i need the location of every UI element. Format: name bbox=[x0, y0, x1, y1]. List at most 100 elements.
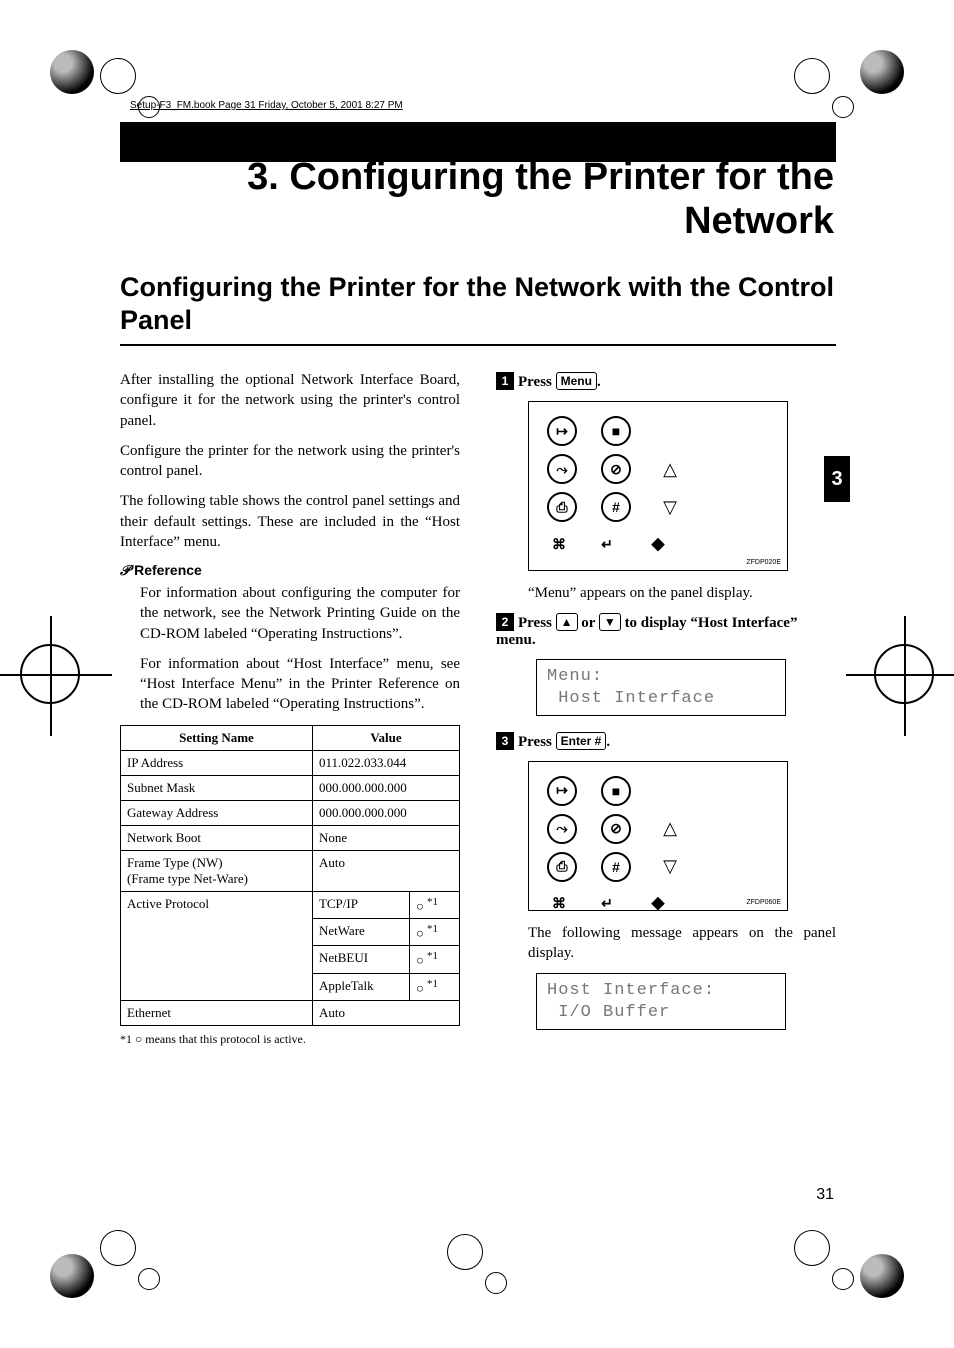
reg-cluster-bl bbox=[100, 1230, 160, 1290]
registration-mark-right bbox=[874, 644, 934, 704]
enter-diamond-icon-2: ⬥ bbox=[643, 889, 673, 919]
settings-col-value: Value bbox=[312, 725, 459, 750]
step-2-heading: 2Press ▲ or ▼ to display “Host Interface… bbox=[496, 613, 836, 649]
pdf-header-path: Setup-F3_FM.book Page 31 Friday, October… bbox=[130, 100, 403, 111]
table-row: Subnet Mask000.000.000.000 bbox=[121, 775, 460, 800]
control-panel-figure-2: ↦ ■ ⤳ ⊘ △ ⎙ # ▽ ⌘ ↵ ⬥ bbox=[528, 761, 788, 911]
setting-name-cell: Network Boot bbox=[121, 825, 313, 850]
chapter-banner bbox=[120, 122, 836, 162]
protocol-mark-cell: ○ *1 bbox=[409, 918, 459, 945]
setting-name-cell: Subnet Mask bbox=[121, 775, 313, 800]
setting-name-cell: Ethernet bbox=[121, 1000, 313, 1025]
step-1-pre: Press bbox=[518, 374, 556, 390]
panel-btn-exit-icon: ↦ bbox=[547, 416, 577, 446]
step-3-heading: 3Press Enter #. bbox=[496, 732, 836, 751]
panel2-btn-exit-icon: ↦ bbox=[547, 776, 577, 806]
setting-name-cell: Gateway Address bbox=[121, 800, 313, 825]
control-panel-figure-1: ↦ ■ ⤳ ⊘ △ ⎙ # ▽ ⌘ ↵ ⬥ bbox=[528, 401, 788, 571]
section-title: Configuring the Printer for the Network … bbox=[120, 271, 836, 346]
step-1-post: . bbox=[597, 374, 601, 390]
step-1-heading: 1Press Menu. bbox=[496, 372, 836, 391]
enter-diamond-icon: ⬥ bbox=[643, 529, 673, 559]
panel2-btn-reset-icon: ⤳ bbox=[547, 814, 577, 844]
protocol-name-cell: TCP/IP bbox=[312, 891, 409, 918]
corner-ball-tr bbox=[860, 50, 904, 94]
table-row: IP Address011.022.033.044 bbox=[121, 750, 460, 775]
table-row: Network BootNone bbox=[121, 825, 460, 850]
menu-key: Menu bbox=[556, 372, 597, 390]
setting-value-cell: 011.022.033.044 bbox=[312, 750, 459, 775]
lcd2-line2: I/O Buffer bbox=[547, 1003, 670, 1022]
chapter-title: 3. Configuring the Printer for the Netwo… bbox=[120, 156, 836, 243]
step-2-number: 2 bbox=[496, 613, 514, 631]
reference-paragraph-1: For information about configuring the co… bbox=[140, 583, 460, 644]
reference-heading-text: Reference bbox=[134, 562, 202, 578]
panel-btn-print-icon: ⎙ bbox=[547, 492, 577, 522]
panel2-btn-cancel-icon: ⊘ bbox=[601, 814, 631, 844]
table-row: Frame Type (NW) (Frame type Net-Ware)Aut… bbox=[121, 850, 460, 891]
setting-value-cell: Auto bbox=[312, 1000, 459, 1025]
figure-2-caption-code: ZFDP060E bbox=[746, 899, 781, 906]
enter-key: Enter # bbox=[556, 732, 607, 750]
panel-btn-enter-icon: ↵ bbox=[595, 537, 619, 554]
intro-paragraph-1: After installing the optional Network In… bbox=[120, 370, 460, 431]
lcd2-line1: Host Interface: bbox=[547, 981, 715, 1000]
corner-ball-bl bbox=[50, 1254, 94, 1298]
reference-icon: 𝒫 bbox=[120, 562, 130, 578]
panel-btn-stop-icon: ■ bbox=[601, 416, 631, 446]
settings-col-name: Setting Name bbox=[121, 725, 313, 750]
panel-btn-reset-icon: ⤳ bbox=[547, 454, 577, 484]
setting-value-cell: Auto bbox=[312, 850, 459, 891]
step-3-caption: The following message appears on the pan… bbox=[528, 923, 836, 964]
right-column: 1Press Menu. ↦ ■ ⤳ ⊘ △ ⎙ # ▽ bbox=[496, 370, 836, 1047]
protocol-mark-cell: ○ *1 bbox=[409, 973, 459, 1000]
reference-heading: 𝒫Reference bbox=[120, 562, 460, 579]
reg-cluster-br bbox=[794, 1230, 854, 1290]
panel2-btn-hash-icon: # bbox=[601, 852, 631, 882]
setting-value-cell: 000.000.000.000 bbox=[312, 775, 459, 800]
intro-paragraph-2: Configure the printer for the network us… bbox=[120, 441, 460, 482]
left-column: After installing the optional Network In… bbox=[120, 370, 460, 1047]
setting-value-cell: None bbox=[312, 825, 459, 850]
protocol-name-cell: NetBEUI bbox=[312, 946, 409, 973]
figure-1-caption-code: ZFDP020E bbox=[746, 559, 781, 566]
up-key: ▲ bbox=[556, 613, 578, 631]
panel2-btn-enter-icon: ↵ bbox=[595, 896, 619, 913]
chapter-heading-block: 3. Configuring the Printer for the Netwo… bbox=[120, 122, 836, 243]
setting-name-cell: Active Protocol bbox=[121, 891, 313, 1000]
up-triangle-icon-2: △ bbox=[655, 814, 685, 844]
protocol-name-cell: NetWare bbox=[312, 918, 409, 945]
up-triangle-icon: △ bbox=[655, 454, 685, 484]
panel-btn-cancel-icon: ⊘ bbox=[601, 454, 631, 484]
panel2-btn-print-icon: ⎙ bbox=[547, 852, 577, 882]
panel-btn-hash-icon: # bbox=[601, 492, 631, 522]
reg-cluster-tr bbox=[794, 58, 854, 118]
step-2-pre: Press bbox=[518, 615, 556, 631]
lcd1-line1: Menu: bbox=[547, 667, 603, 686]
setting-name-cell: IP Address bbox=[121, 750, 313, 775]
page-number: 31 bbox=[816, 1186, 834, 1204]
protocol-name-cell: AppleTalk bbox=[312, 973, 409, 1000]
corner-ball-tl bbox=[50, 50, 94, 94]
panel-btn-power-icon: ⌘ bbox=[547, 537, 571, 554]
reg-cluster-bottom bbox=[447, 1234, 507, 1294]
table-row: EthernetAuto bbox=[121, 1000, 460, 1025]
reference-paragraph-2: For information about “Host Interface” m… bbox=[140, 654, 460, 715]
protocol-mark-cell: ○ *1 bbox=[409, 891, 459, 918]
registration-mark-left bbox=[20, 644, 80, 704]
step-2-mid: or bbox=[578, 615, 599, 631]
lcd-display-2: Host Interface: I/O Buffer bbox=[536, 973, 786, 1030]
setting-value-cell: 000.000.000.000 bbox=[312, 800, 459, 825]
step-3-number: 3 bbox=[496, 732, 514, 750]
lcd1-line2: Host Interface bbox=[547, 689, 715, 708]
intro-paragraph-3: The following table shows the control pa… bbox=[120, 491, 460, 552]
step-3-pre: Press bbox=[518, 734, 556, 750]
panel2-btn-stop-icon: ■ bbox=[601, 776, 631, 806]
page-content: 3. Configuring the Printer for the Netwo… bbox=[120, 122, 836, 1202]
settings-table: Setting Name Value IP Address011.022.033… bbox=[120, 725, 460, 1026]
corner-ball-br bbox=[860, 1254, 904, 1298]
lcd-display-1: Menu: Host Interface bbox=[536, 659, 786, 716]
setting-name-cell: Frame Type (NW) (Frame type Net-Ware) bbox=[121, 850, 313, 891]
panel2-btn-power-icon: ⌘ bbox=[547, 896, 571, 913]
protocol-mark-cell: ○ *1 bbox=[409, 946, 459, 973]
